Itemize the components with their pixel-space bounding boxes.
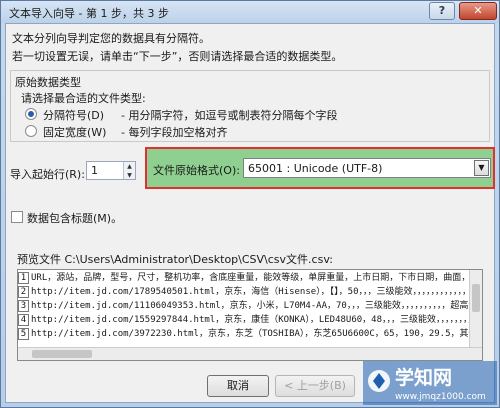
file-origin-highlight: 文件原始格式(O): 65001 : Unicode (UTF-8) ▼ bbox=[145, 147, 495, 189]
cancel-button[interactable]: 取消 bbox=[207, 375, 269, 397]
row-text: http://item.jd.com/3972230.html，京东，东芝（TO… bbox=[31, 329, 483, 339]
row-number: 2 bbox=[18, 286, 29, 298]
preview-pane[interactable]: 1 URL，源站，品牌，型号，尺寸，整机功率，含底座重量，能效等级，单屏重量，上市… bbox=[17, 269, 483, 361]
has-headers-checkbox[interactable] bbox=[11, 211, 23, 223]
file-origin-value[interactable]: 65001 : Unicode (UTF-8) bbox=[248, 162, 382, 175]
spinner-buttons[interactable]: ▲ ▼ bbox=[123, 162, 135, 179]
original-data-type-group: 原始数据类型 请选择最合适的文件类型: 分隔符号(D) - 用分隔字符，如逗号或… bbox=[10, 70, 490, 142]
has-headers-label[interactable]: 数据包含标题(M)。 bbox=[27, 210, 122, 226]
row-number: 3 bbox=[18, 300, 29, 312]
svg-text:www.jmqz1000.com: www.jmqz1000.com bbox=[395, 392, 486, 402]
watermark-graphic: 学知网 www.jmqz1000.com bbox=[363, 361, 497, 405]
row-text: http://item.jd.com/11106049353.html，京东，小… bbox=[31, 301, 483, 311]
scroll-thumb[interactable] bbox=[472, 284, 480, 312]
import-start-row-value[interactable]: 1 bbox=[91, 164, 98, 177]
row-text: http://item.jd.com/1559297844.html，京东，康佳… bbox=[31, 315, 483, 325]
row-number: 1 bbox=[18, 272, 29, 284]
row-text: URL，源站，品牌，型号，尺寸，整机功率，含底座重量，能效等级，单屏重量，上市日… bbox=[31, 273, 483, 283]
close-button[interactable]: ✕ bbox=[459, 2, 497, 20]
preview-row: 1 URL，源站，品牌，型号，尺寸，整机功率，含底座重量，能效等级，单屏重量，上市… bbox=[18, 272, 482, 284]
spin-down-icon[interactable]: ▼ bbox=[124, 171, 135, 180]
import-start-row-spinner[interactable]: 1 ▲ ▼ bbox=[86, 161, 136, 180]
file-origin-label: 文件原始格式(O): bbox=[153, 164, 240, 177]
fixed-width-radio[interactable] bbox=[25, 125, 37, 137]
row-number: 5 bbox=[18, 328, 29, 340]
spin-up-icon[interactable]: ▲ bbox=[124, 162, 135, 171]
import-start-row-label: 导入起始行(R): bbox=[10, 168, 85, 181]
back-button[interactable]: < 上一步(B) bbox=[275, 375, 355, 397]
file-type-prompt: 请选择最合适的文件类型: bbox=[21, 92, 146, 105]
preview-row: 2 http://item.jd.com/1789540501.html，京东，海… bbox=[18, 286, 482, 298]
text-import-wizard-window: 文本导入向导 - 第 1 步，共 3 步 ? ✕ 文本分列向导判定您的数据具有分… bbox=[0, 0, 500, 408]
file-origin-select[interactable]: 65001 : Unicode (UTF-8) ▼ bbox=[243, 158, 491, 178]
group-title: 原始数据类型 bbox=[15, 76, 81, 89]
delimited-radio[interactable] bbox=[25, 108, 37, 120]
preview-label: 预览文件 C:\Users\Administrator\Desktop\CSV\… bbox=[17, 253, 333, 266]
svg-text:学知网: 学知网 bbox=[395, 366, 452, 389]
fixed-width-description: - 每列字段加空格对齐 bbox=[121, 126, 228, 139]
window-title: 文本导入向导 - 第 1 步，共 3 步 bbox=[9, 7, 169, 20]
watermark-logo: 学知网 www.jmqz1000.com bbox=[363, 357, 497, 405]
row-number: 4 bbox=[18, 314, 29, 326]
delimited-label[interactable]: 分隔符号(D) bbox=[43, 107, 104, 123]
preview-vertical-scrollbar[interactable] bbox=[469, 270, 482, 348]
fixed-width-label[interactable]: 固定宽度(W) bbox=[43, 124, 106, 140]
scroll-thumb[interactable] bbox=[32, 350, 92, 358]
chevron-down-icon[interactable]: ▼ bbox=[474, 160, 489, 176]
preview-row: 3 http://item.jd.com/11106049353.html，京东，… bbox=[18, 300, 482, 312]
intro-line-1: 文本分列向导判定您的数据具有分隔符。 bbox=[12, 32, 210, 45]
preview-row: 5 http://item.jd.com/3972230.html，京东，东芝（T… bbox=[18, 328, 482, 340]
help-button[interactable]: ? bbox=[429, 2, 455, 20]
preview-row: 4 http://item.jd.com/1559297844.html，京东，康… bbox=[18, 314, 482, 326]
delimited-description: - 用分隔字符，如逗号或制表符分隔每个字段 bbox=[121, 109, 338, 122]
row-text: http://item.jd.com/1789540501.html，京东，海信… bbox=[31, 287, 483, 297]
title-bar: 文本导入向导 - 第 1 步，共 3 步 ? ✕ bbox=[1, 1, 499, 23]
intro-line-2: 若一切设置无误，请单击“下一步”，否则请选择最合适的数据类型。 bbox=[12, 50, 343, 63]
